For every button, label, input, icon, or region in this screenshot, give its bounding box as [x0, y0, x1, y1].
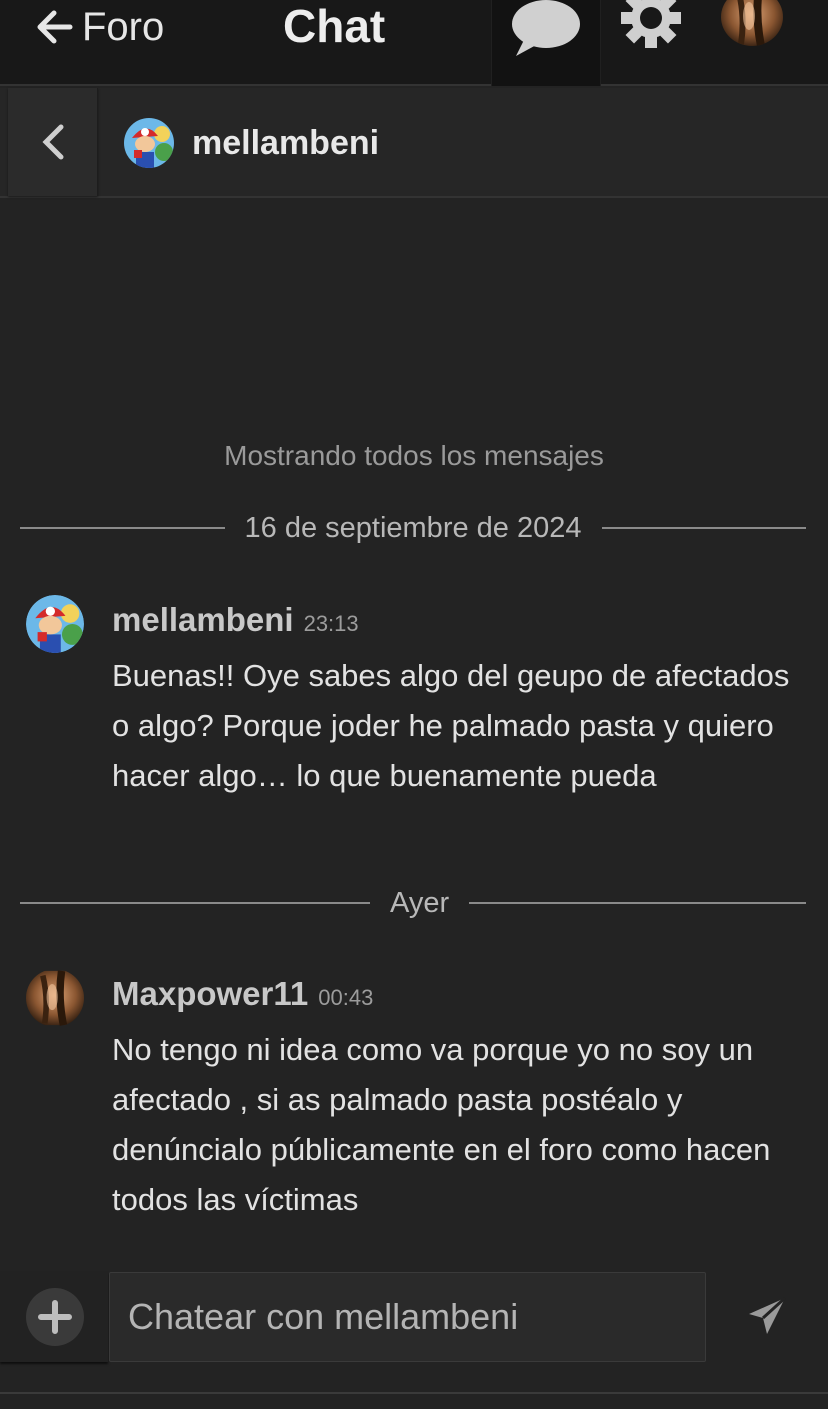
- plus-icon: [38, 1300, 72, 1334]
- chat-button[interactable]: [491, 0, 601, 86]
- conversation-user[interactable]: mellambeni: [124, 118, 379, 168]
- composer-actions: [0, 1272, 108, 1362]
- gear-icon: [621, 0, 681, 48]
- date-divider: 16 de septiembre de 2024: [20, 508, 807, 548]
- message-time: 00:43: [318, 985, 374, 1010]
- add-attachment-button[interactable]: [26, 1288, 84, 1346]
- user-avatar[interactable]: [721, 0, 783, 46]
- message-text: Buenas!! Oye sabes algo del geupo de afe…: [112, 658, 790, 793]
- send-icon: [749, 1296, 787, 1334]
- conversation-back-button[interactable]: [8, 88, 98, 196]
- avatar: [124, 118, 174, 168]
- forum-back-link[interactable]: Foro: [34, 4, 164, 50]
- bottom-divider: [0, 1392, 828, 1394]
- chevron-left-icon: [41, 124, 63, 160]
- send-button[interactable]: [742, 1292, 792, 1340]
- chat-message-input[interactable]: [109, 1272, 706, 1362]
- speech-bubble-icon: [512, 0, 580, 56]
- avatar[interactable]: [26, 595, 84, 653]
- top-bar: Foro Chat: [0, 0, 828, 86]
- settings-button[interactable]: [612, 0, 690, 86]
- message-author[interactable]: mellambeni: [112, 601, 294, 639]
- arrow-left-icon: [37, 10, 73, 44]
- forum-back-label: Foro: [82, 4, 165, 49]
- thread-info: Mostrando todos los mensajes: [224, 440, 604, 471]
- message-author[interactable]: Maxpower11: [112, 975, 308, 1013]
- page-title: Chat: [283, 0, 386, 52]
- avatar[interactable]: [26, 969, 84, 1027]
- conversation-name: mellambeni: [192, 123, 380, 162]
- date-divider: Ayer: [20, 883, 806, 923]
- date-divider-label: 16 de septiembre de 2024: [244, 511, 582, 544]
- message-text: No tengo ni idea como va porque yo no so…: [112, 1032, 771, 1217]
- date-divider-label: Ayer: [390, 886, 450, 919]
- message-time: 23:13: [303, 611, 359, 636]
- conversation-header: mellambeni: [0, 88, 828, 198]
